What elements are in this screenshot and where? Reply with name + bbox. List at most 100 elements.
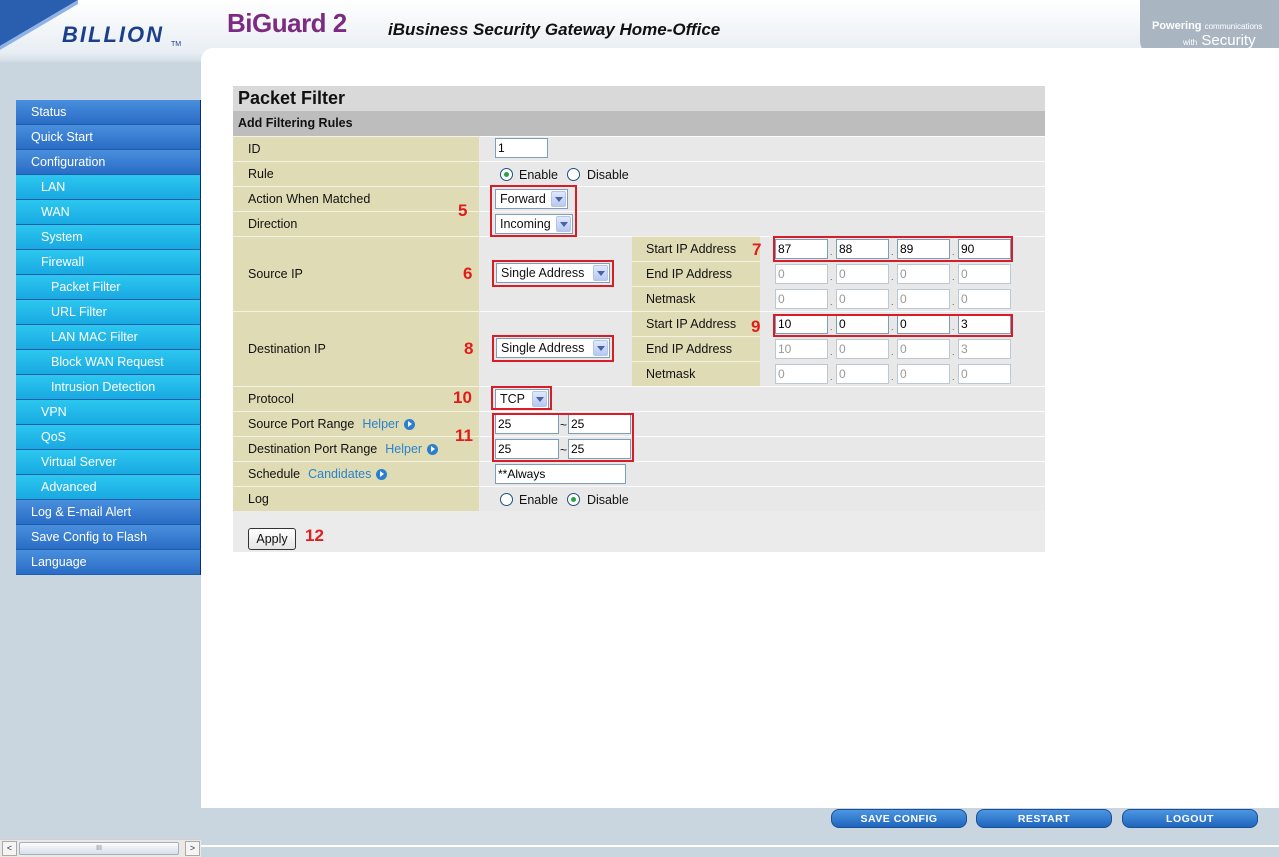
highlight-box-6 (492, 260, 614, 287)
log-enable-radio[interactable] (500, 493, 513, 506)
dst-end-label: End IP Address (632, 336, 760, 361)
annotation-11: 11 (455, 426, 473, 445)
with-text: with (1183, 38, 1198, 47)
apply-button[interactable]: Apply (248, 528, 296, 550)
src-mask-octet-3[interactable] (897, 289, 950, 309)
src-mask-octet-4[interactable] (958, 289, 1011, 309)
log-cell (480, 486, 1045, 511)
restart-button[interactable]: RESTART (976, 809, 1112, 828)
sidebar-item[interactable]: Virtual Server (16, 450, 201, 475)
src-end-label: End IP Address (632, 261, 760, 286)
ip-dot-separator: . (830, 372, 833, 382)
ip-dot-separator: . (891, 347, 894, 357)
rule-cell (480, 161, 1045, 186)
protocol-cell (480, 386, 1045, 411)
src-end-octet-3[interactable] (897, 264, 950, 284)
id-label: ID (233, 136, 479, 161)
annotation-5: 5 (458, 201, 468, 220)
log-disable-radio[interactable] (567, 493, 580, 506)
log-enable-label: Enable (519, 493, 558, 507)
scroll-thumb[interactable]: III (19, 842, 179, 855)
src-helper-text: Helper (362, 417, 400, 431)
logout-button[interactable]: LOGOUT (1122, 809, 1258, 828)
src-end-octet-1[interactable] (775, 264, 828, 284)
sidebar-item[interactable]: Quick Start (16, 125, 201, 150)
src-start-label: Start IP Address (632, 236, 760, 261)
annotation-6: 6 (463, 264, 473, 283)
dst-netmask-label: Netmask (632, 361, 760, 386)
src-mask-octet-2[interactable] (836, 289, 889, 309)
play-circle-icon (376, 468, 388, 480)
dst-mask-octet-2[interactable] (836, 364, 889, 384)
sidebar-item[interactable]: Status (16, 100, 201, 125)
sidebar-item[interactable]: LAN (16, 175, 201, 200)
sidebar-item[interactable]: VPN (16, 400, 201, 425)
highlight-box-10 (491, 386, 552, 410)
powering-security-badge: Powering communications with Security (1140, 0, 1279, 55)
dst-end-octet-3[interactable] (897, 339, 950, 359)
sidebar-item[interactable]: URL Filter (16, 300, 201, 325)
product-logo: BiGuard 2 (227, 8, 347, 38)
highlight-box-8 (492, 335, 614, 362)
src-port-label: Source Port Range (248, 417, 355, 431)
highlight-box-11 (492, 413, 634, 462)
rule-enable-radio[interactable] (500, 168, 513, 181)
highlight-box-9 (773, 314, 1013, 337)
ip-dot-separator: . (891, 372, 894, 382)
sidebar-item[interactable]: QoS (16, 425, 201, 450)
billion-logo: BILLION (62, 22, 164, 47)
destination-ip-label: Destination IP (233, 311, 479, 386)
bottom-strip (201, 845, 1279, 857)
src-end-octet-4[interactable] (958, 264, 1011, 284)
ip-dot-separator: . (891, 272, 894, 282)
sidebar-item[interactable]: Language (16, 550, 201, 575)
src-end-octet-2[interactable] (836, 264, 889, 284)
ip-dot-separator: . (952, 272, 955, 282)
candidates-link[interactable]: Candidates (308, 467, 388, 481)
logo-trademark: TM (171, 41, 182, 48)
dst-mask-octet-3[interactable] (897, 364, 950, 384)
sidebar-item[interactable]: Intrusion Detection (16, 375, 201, 400)
dst-port-helper-link[interactable]: Helper (385, 442, 439, 456)
ip-dot-separator: . (952, 297, 955, 307)
sidebar-item[interactable]: Packet Filter (16, 275, 201, 300)
scroll-left-arrow-icon[interactable]: < (2, 841, 17, 856)
src-port-helper-link[interactable]: Helper (362, 417, 416, 431)
source-ip-label: Source IP (233, 236, 479, 311)
src-mask-octet-1[interactable] (775, 289, 828, 309)
horizontal-scrollbar[interactable]: < III > (0, 839, 201, 857)
dst-mask-octet-1[interactable] (775, 364, 828, 384)
rule-disable-radio[interactable] (567, 168, 580, 181)
save-config-button[interactable]: SAVE CONFIG (831, 809, 967, 828)
ip-dot-separator: . (830, 347, 833, 357)
schedule-input[interactable] (495, 464, 626, 484)
ip-dot-separator: . (830, 297, 833, 307)
annotation-8: 8 (464, 339, 474, 358)
dst-end-octet-4[interactable] (958, 339, 1011, 359)
sidebar-item[interactable]: Advanced (16, 475, 201, 500)
sidebar-item[interactable]: LAN MAC Filter (16, 325, 201, 350)
dst-end-octet-2[interactable] (836, 339, 889, 359)
sidebar-item[interactable]: Firewall (16, 250, 201, 275)
ip-dot-separator: . (891, 297, 894, 307)
annotation-10: 10 (453, 388, 472, 407)
dst-mask-octet-4[interactable] (958, 364, 1011, 384)
id-input[interactable] (495, 138, 548, 158)
dst-start-label: Start IP Address (632, 311, 760, 336)
scroll-grip: III (96, 845, 102, 852)
sidebar-item[interactable]: Log & E-mail Alert (16, 500, 201, 525)
sidebar-item[interactable]: Configuration (16, 150, 201, 175)
highlight-box-5 (490, 185, 577, 237)
candidates-text: Candidates (308, 467, 372, 481)
ip-dot-separator: . (952, 372, 955, 382)
sidebar-item[interactable]: System (16, 225, 201, 250)
sidebar-item[interactable]: Save Config to Flash (16, 525, 201, 550)
scroll-right-arrow-icon[interactable]: > (185, 841, 200, 856)
sidebar-item[interactable]: WAN (16, 200, 201, 225)
packet-filter-panel: Packet Filter Add Filtering Rules ID Rul… (233, 86, 1045, 552)
dst-end-octet-1[interactable] (775, 339, 828, 359)
schedule-label: Schedule (248, 467, 301, 481)
log-label: Log (233, 486, 479, 511)
sidebar-item[interactable]: Block WAN Request (16, 350, 201, 375)
direction-label: Direction (233, 211, 479, 236)
